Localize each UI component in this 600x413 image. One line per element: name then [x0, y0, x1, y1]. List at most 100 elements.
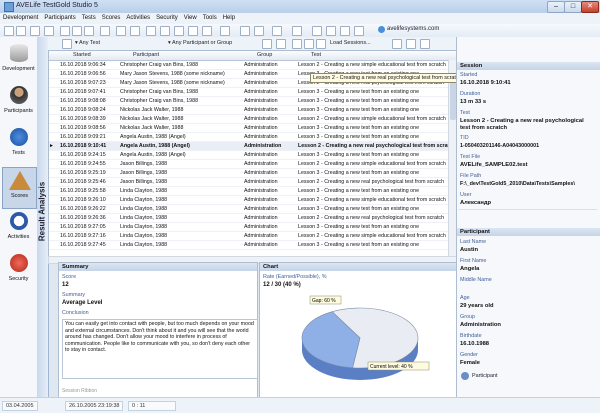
- menu-development[interactable]: Development: [0, 13, 41, 24]
- summary-header: Summary: [59, 263, 257, 271]
- cut-icon[interactable]: [60, 26, 70, 36]
- browse-icon[interactable]: [316, 39, 326, 49]
- users-icon[interactable]: [146, 26, 156, 36]
- pie-label-current-level: Current level: 40 %: [367, 361, 430, 371]
- column-test[interactable]: Test: [311, 51, 321, 60]
- participant-header: Participant: [457, 228, 600, 236]
- print-icon[interactable]: [44, 26, 54, 36]
- properties-icon[interactable]: [130, 26, 140, 36]
- participant-link[interactable]: Participant: [472, 373, 497, 379]
- paste-icon[interactable]: [84, 26, 94, 36]
- cell-started: 16.10.2018 9:10:41: [60, 143, 107, 149]
- close-button[interactable]: ✕: [581, 1, 599, 13]
- table-row[interactable]: 16.10.2018 9:26:36 Linda Clayton, 1988 Adm…: [49, 214, 448, 223]
- minimize-button[interactable]: –: [547, 1, 565, 13]
- nav-security[interactable]: Security: [2, 251, 35, 291]
- report-icon[interactable]: [406, 39, 416, 49]
- table-row[interactable]: ▸ 16.10.2018 9:10:41 Angela Austin, 1988 (…: [49, 142, 455, 151]
- nav-tests[interactable]: Tests: [2, 125, 35, 165]
- filter-icon[interactable]: [262, 39, 272, 49]
- cell-test: Lesson 3 - Creating a new test from an e…: [298, 125, 420, 131]
- table-row[interactable]: 16.10.2018 9:25:58 Linda Clayton, 1988 Adm…: [49, 187, 448, 196]
- row-tooltip: Lesson 2 - Creating a new real psycholog…: [310, 73, 465, 83]
- table-row[interactable]: 16.10.2018 9:08:39 Nickolas Jack Walter, …: [49, 115, 448, 124]
- website-link[interactable]: avelifesystems.com: [387, 26, 439, 32]
- clock-icon[interactable]: [188, 26, 198, 36]
- column-group[interactable]: Group: [257, 51, 272, 60]
- cell-participant: Nickolas Jack Walter, 1988: [120, 107, 184, 113]
- cell-test: Lesson 3 - Creating a new test from an e…: [298, 152, 420, 158]
- security-icon[interactable]: [202, 26, 212, 36]
- nav-scores[interactable]: Scores: [2, 167, 37, 209]
- column-participant[interactable]: Participant: [133, 51, 159, 60]
- menu-view[interactable]: View: [181, 13, 200, 24]
- table-row[interactable]: 16.10.2018 9:27:05 Linda Clayton, 1988 Adm…: [49, 223, 448, 232]
- load-sessions-button[interactable]: Load Sessions...: [330, 39, 390, 47]
- print-icon[interactable]: [420, 39, 430, 49]
- new-icon[interactable]: [4, 26, 14, 36]
- clear-filter-icon[interactable]: [276, 39, 286, 49]
- table-row[interactable]: 16.10.2018 9:25:46 Jason Billings, 1988 Ad…: [49, 178, 448, 187]
- maximize-button[interactable]: □: [564, 1, 582, 13]
- nav-activities[interactable]: Activities: [2, 209, 35, 249]
- export-icon[interactable]: [392, 39, 402, 49]
- table-row[interactable]: 16.10.2018 9:24:15 Angela Austin, 1988 (A…: [49, 151, 448, 160]
- table-row[interactable]: 16.10.2018 9:09:21 Angela Austin, 1988 (A…: [49, 133, 448, 142]
- open-icon[interactable]: [16, 26, 26, 36]
- cell-started: 16.10.2018 9:07:41: [60, 89, 106, 95]
- cell-participant: Jason Billings, 1988: [120, 170, 168, 176]
- help-icon[interactable]: [340, 26, 350, 36]
- back-icon[interactable]: [62, 39, 72, 49]
- table-row[interactable]: 16.10.2018 9:06:34 Christopher Craig van …: [49, 61, 448, 70]
- cell-group: Administration: [244, 152, 278, 158]
- table-row[interactable]: 16.10.2018 9:27:16 Linda Clayton, 1988 Adm…: [49, 232, 448, 241]
- delete-icon[interactable]: [100, 26, 110, 36]
- nav-development[interactable]: Development: [2, 41, 35, 81]
- settings-icon[interactable]: [312, 26, 322, 36]
- cell-test: Lesson 3 - Creating a new test from an e…: [298, 206, 420, 212]
- export-icon[interactable]: [254, 26, 264, 36]
- table-row[interactable]: 16.10.2018 9:08:24 Nickolas Jack Walter, …: [49, 106, 448, 115]
- menu-tests[interactable]: Tests: [79, 13, 99, 24]
- menu-help[interactable]: Help: [220, 13, 238, 24]
- session-header: Session: [457, 62, 600, 70]
- column-started[interactable]: Started: [73, 51, 91, 60]
- menu-participants[interactable]: Participants: [41, 13, 78, 24]
- nav-label: Participants: [4, 108, 33, 114]
- tools-icon[interactable]: [326, 26, 336, 36]
- copy-icon[interactable]: [72, 26, 82, 36]
- table-row[interactable]: 16.10.2018 9:26:22 Linda Clayton, 1988 Adm…: [49, 205, 448, 214]
- refresh-icon[interactable]: [116, 26, 126, 36]
- table-row[interactable]: 16.10.2018 9:26:10 Linda Clayton, 1988 Adm…: [49, 196, 448, 205]
- save-icon[interactable]: [30, 26, 40, 36]
- test-icon[interactable]: [160, 26, 170, 36]
- open-file-icon[interactable]: [304, 39, 314, 49]
- table-row[interactable]: 16.10.2018 9:25:19 Jason Billings, 1988 Ad…: [49, 169, 448, 178]
- nav-participants[interactable]: Participants: [2, 83, 35, 123]
- cell-group: Administration: [244, 188, 278, 194]
- conclusion-text[interactable]: You can easily get into contact with peo…: [62, 319, 258, 379]
- layout-icon[interactable]: [292, 26, 302, 36]
- table-row[interactable]: 16.10.2018 9:08:56 Nickolas Jack Walter, …: [49, 124, 448, 133]
- cell-participant: Angela Austin, 1988 (Angel): [120, 134, 186, 140]
- table-row[interactable]: 16.10.2018 9:24:55 Jason Billings, 1988 Ad…: [49, 160, 448, 169]
- menu-scores[interactable]: Scores: [99, 13, 124, 24]
- cell-test: Lesson 2 - Creating a new simple educati…: [298, 233, 446, 239]
- scores-icon[interactable]: [174, 26, 184, 36]
- participant-filter-select[interactable]: ▾ Any Participant or Group: [168, 39, 260, 47]
- cell-group: Administration: [244, 215, 278, 221]
- session-divider[interactable]: [459, 209, 597, 210]
- menu-tools[interactable]: Tools: [200, 13, 220, 24]
- test-filter-select[interactable]: ▾ Any Test: [75, 39, 165, 47]
- chart-icon[interactable]: [272, 26, 282, 36]
- import-icon[interactable]: [240, 26, 250, 36]
- info-icon[interactable]: [354, 26, 364, 36]
- menu-security[interactable]: Security: [153, 13, 181, 24]
- report-icon[interactable]: [220, 26, 230, 36]
- help-icon[interactable]: [292, 39, 302, 49]
- table-row[interactable]: 16.10.2018 9:08:08 Christopher Craig van …: [49, 97, 448, 106]
- table-row[interactable]: 16.10.2018 9:27:45 Linda Clayton, 1988 Adm…: [49, 241, 448, 250]
- nav-label: Security: [8, 276, 29, 282]
- menu-activities[interactable]: Activities: [123, 13, 153, 24]
- table-row[interactable]: 16.10.2018 9:07:41 Christopher Craig van …: [49, 88, 448, 97]
